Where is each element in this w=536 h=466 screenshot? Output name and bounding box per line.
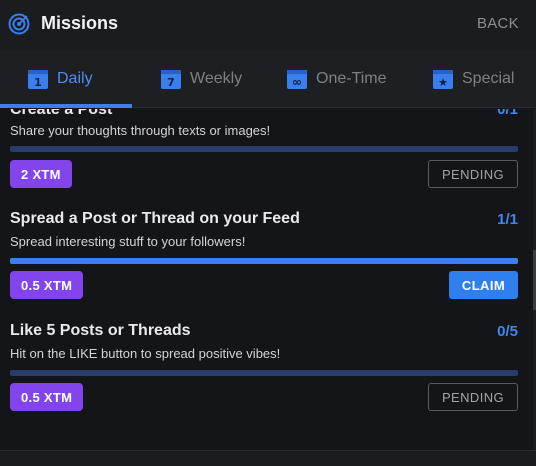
- pending-button[interactable]: PENDING: [428, 160, 518, 188]
- pending-button[interactable]: PENDING: [428, 383, 518, 411]
- page-title: Missions: [41, 13, 119, 33]
- svg-text:∞: ∞: [292, 75, 302, 89]
- tab-label: One-Time: [316, 70, 387, 87]
- mission-progress-count: 1/1: [497, 211, 518, 228]
- calendar-1-icon: 1: [28, 70, 48, 89]
- panel-footer: [0, 450, 536, 466]
- mission-list[interactable]: Create a Post 0/1 Share your thoughts th…: [0, 109, 536, 450]
- mission-title: Spread a Post or Thread on your Feed: [10, 210, 300, 227]
- mission-progress-bar: [10, 370, 518, 376]
- tab-one-time[interactable]: ∞ One-Time: [286, 50, 387, 108]
- mission-tabs: 1 Daily 7 Weekly ∞ One-Time ★ Special: [0, 50, 536, 108]
- mission-description: Hit on the LIKE button to spread positiv…: [10, 346, 281, 361]
- mission-title: Like 5 Posts or Threads: [10, 322, 191, 339]
- tab-label: Daily: [57, 70, 93, 87]
- mission-description: Spread interesting stuff to your followe…: [10, 234, 246, 249]
- mission-title: Create a Post: [10, 109, 113, 118]
- svg-text:7: 7: [167, 76, 175, 89]
- reward-badge: 0.5 XTM: [10, 271, 84, 299]
- reward-badge: 0.5 XTM: [10, 383, 84, 411]
- target-icon: [8, 13, 30, 35]
- missions-header: Missions BACK: [0, 0, 536, 50]
- infinity-calendar-icon: ∞: [287, 70, 307, 89]
- svg-text:★: ★: [438, 76, 448, 89]
- calendar-7-icon: 7: [161, 70, 181, 89]
- mission-progress-count: 0/5: [497, 323, 518, 340]
- mission-progress-bar: [10, 146, 518, 152]
- tab-label: Weekly: [190, 70, 243, 87]
- star-calendar-icon: ★: [433, 70, 453, 89]
- tab-special[interactable]: ★ Special: [432, 50, 514, 108]
- tab-label: Special: [462, 70, 515, 87]
- mission-description: Share your thoughts through texts or ima…: [10, 123, 271, 138]
- reward-badge: 2 XTM: [10, 160, 72, 188]
- back-button[interactable]: BACK: [477, 15, 519, 32]
- mission-progress-bar: [10, 258, 518, 264]
- tab-daily[interactable]: 1 Daily: [27, 50, 93, 108]
- svg-text:1: 1: [34, 76, 42, 89]
- active-tab-indicator: [0, 104, 132, 108]
- tab-weekly[interactable]: 7 Weekly: [160, 50, 242, 108]
- claim-button[interactable]: CLAIM: [449, 271, 518, 299]
- mission-progress-count: 0/1: [497, 109, 518, 118]
